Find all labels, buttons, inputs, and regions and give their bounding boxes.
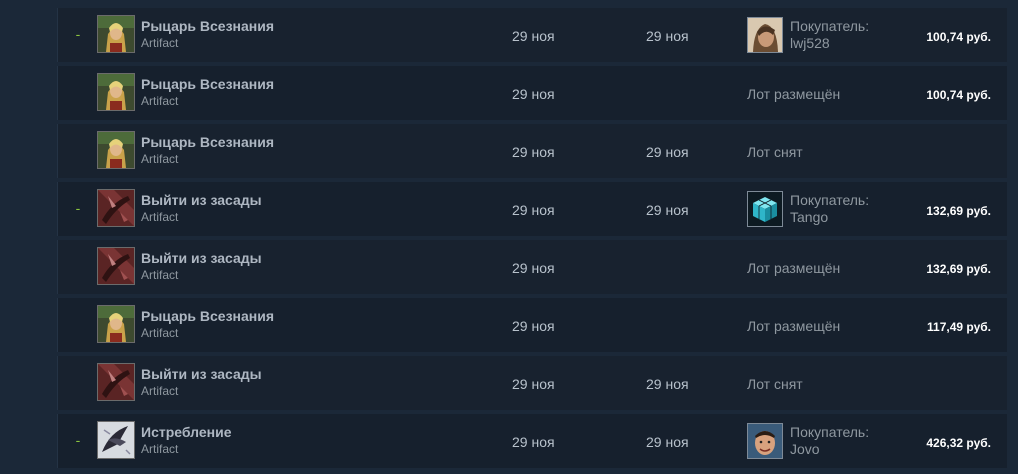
date-listed: 29 ноя <box>512 318 555 334</box>
price: 426,32 руб. <box>926 436 991 450</box>
date-listed: 29 ноя <box>512 434 555 450</box>
knight-hero-icon[interactable] <box>97 73 135 111</box>
ambush-card-icon[interactable] <box>97 189 135 227</box>
buyer-avatar-cube[interactable] <box>747 191 783 227</box>
date-listed: 29 ноя <box>512 376 555 392</box>
buyer-name[interactable]: lwj528 <box>790 35 869 52</box>
buyer-name[interactable]: Tango <box>790 209 869 226</box>
buyer-info: Покупатель: lwj528 <box>790 18 869 52</box>
date-listed: 29 ноя <box>512 260 555 276</box>
date-acted: 29 ноя <box>646 434 689 450</box>
buyer-avatar-portrait[interactable] <box>747 17 783 53</box>
history-row: Рыцарь Всезнания Artifact 29 ноя Лот раз… <box>57 298 1007 352</box>
buyer-info: Покупатель: Jovo <box>790 424 869 458</box>
history-row: - Рыцарь Всезнания Artifact 29 ноя 29 но… <box>57 8 1007 62</box>
buyer-label: Покупатель: <box>790 192 870 208</box>
date-listed: 29 ноя <box>512 144 555 160</box>
item-name[interactable]: Рыцарь Всезнания <box>141 76 274 92</box>
date-listed: 29 ноя <box>512 28 555 44</box>
buyer-label: Покупатель: <box>790 18 870 34</box>
item-name[interactable]: Истребление <box>141 424 232 440</box>
date-listed: 29 ноя <box>512 202 555 218</box>
listing-status: Лот размещён <box>747 260 841 276</box>
item-name[interactable]: Выйти из засады <box>141 250 262 266</box>
item-game: Artifact <box>141 94 179 108</box>
history-row: Выйти из засады Artifact 29 ноя Лот разм… <box>57 240 1007 294</box>
item-game: Artifact <box>141 152 179 166</box>
item-game: Artifact <box>141 36 179 50</box>
listing-status: Лот снят <box>747 376 803 392</box>
date-acted: 29 ноя <box>646 144 689 160</box>
price: 132,69 руб. <box>926 262 991 276</box>
knight-hero-icon[interactable] <box>97 305 135 343</box>
listing-status: Лот снят <box>747 144 803 160</box>
history-row: Рыцарь Всезнания Artifact 29 ноя Лот раз… <box>57 66 1007 120</box>
annihilation-card-icon[interactable] <box>97 421 135 459</box>
price: 132,69 руб. <box>926 204 991 218</box>
buyer-label: Покупатель: <box>790 424 870 440</box>
knight-hero-icon[interactable] <box>97 131 135 169</box>
date-acted: 29 ноя <box>646 28 689 44</box>
listing-status: Лот размещён <box>747 318 841 334</box>
history-row: Рыцарь Всезнания Artifact 29 ноя 29 ноя … <box>57 124 1007 178</box>
gain-marker: - <box>75 200 81 216</box>
gain-marker: - <box>75 26 81 42</box>
price: 100,74 руб. <box>926 88 991 102</box>
item-name[interactable]: Выйти из засады <box>141 366 262 382</box>
buyer-name[interactable]: Jovo <box>790 441 869 458</box>
item-game: Artifact <box>141 442 179 456</box>
buyer-avatar-face[interactable] <box>747 423 783 459</box>
history-row: - Выйти из засады Artifact 29 ноя 29 ноя <box>57 182 1007 236</box>
price: 117,49 руб. <box>927 320 991 334</box>
item-game: Artifact <box>141 268 179 282</box>
item-name[interactable]: Рыцарь Всезнания <box>141 134 274 150</box>
history-row: Выйти из засады Artifact 29 ноя 29 ноя Л… <box>57 356 1007 410</box>
ambush-card-icon[interactable] <box>97 247 135 285</box>
ambush-card-icon[interactable] <box>97 363 135 401</box>
knight-hero-icon[interactable] <box>97 15 135 53</box>
date-acted: 29 ноя <box>646 376 689 392</box>
date-listed: 29 ноя <box>512 86 555 102</box>
item-name[interactable]: Рыцарь Всезнания <box>141 308 274 324</box>
item-game: Artifact <box>141 326 179 340</box>
item-game: Artifact <box>141 384 179 398</box>
market-history-list: - Рыцарь Всезнания Artifact 29 ноя 29 но… <box>57 8 1007 472</box>
item-name[interactable]: Выйти из засады <box>141 192 262 208</box>
date-acted: 29 ноя <box>646 202 689 218</box>
item-name[interactable]: Рыцарь Всезнания <box>141 18 274 34</box>
listing-status: Лот размещён <box>747 86 841 102</box>
item-game: Artifact <box>141 210 179 224</box>
price: 100,74 руб. <box>926 30 991 44</box>
buyer-info: Покупатель: Tango <box>790 192 869 226</box>
history-row: - Истребление Artifact 29 ноя 29 ноя Пок… <box>57 414 1007 468</box>
gain-marker: - <box>75 432 81 448</box>
